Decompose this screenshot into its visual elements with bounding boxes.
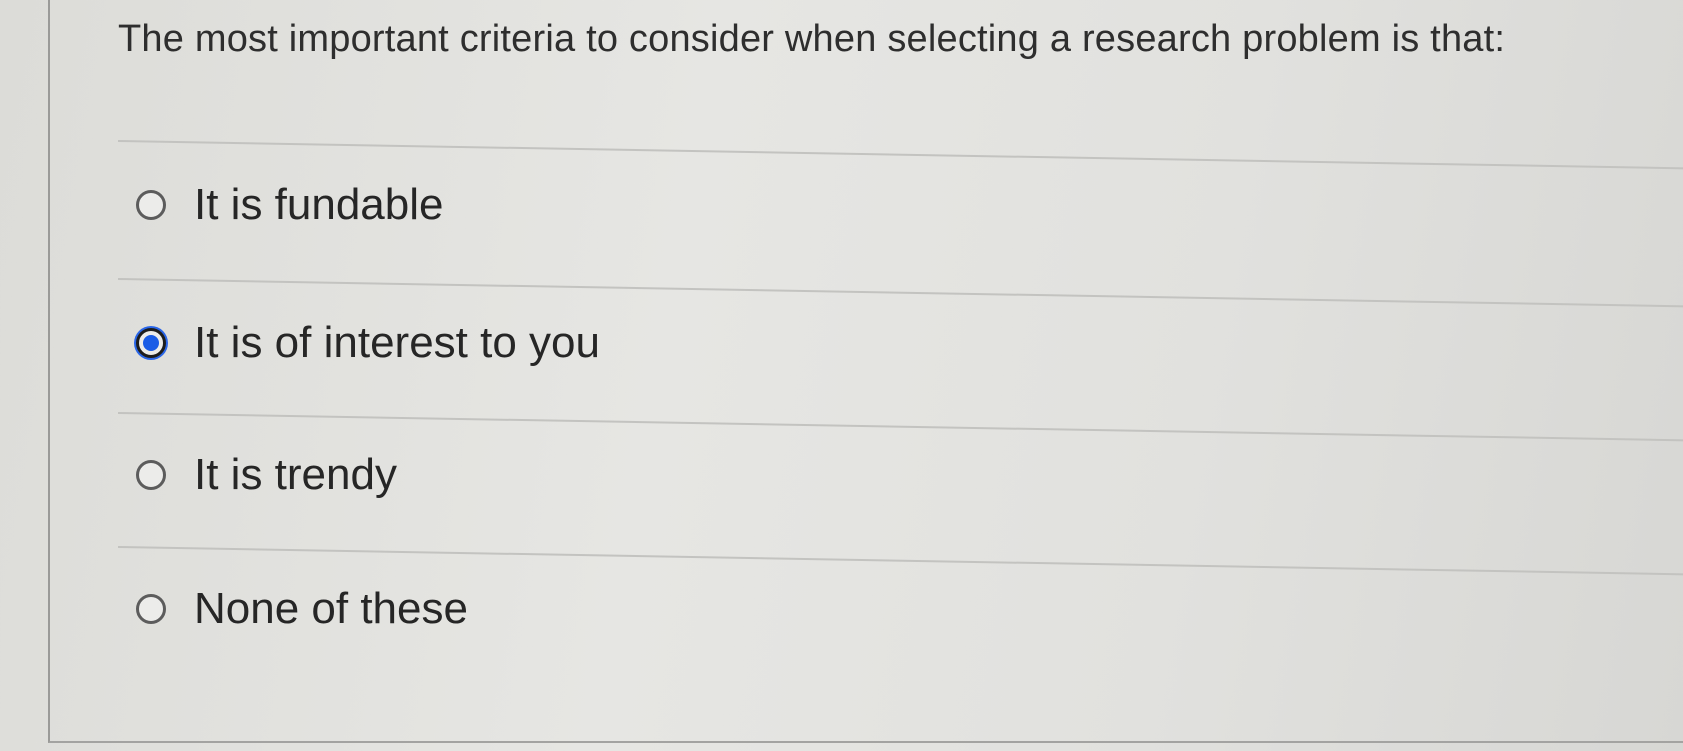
- question-text: The most important criteria to consider …: [118, 18, 1506, 60]
- option-it-is-of-interest-to-you[interactable]: It is of interest to you: [136, 321, 600, 365]
- option-it-is-trendy[interactable]: It is trendy: [136, 453, 397, 497]
- option-label: It is of interest to you: [194, 318, 600, 367]
- radio-button-unselected[interactable]: [136, 460, 166, 490]
- option-label: It is trendy: [194, 450, 397, 499]
- option-label: None of these: [194, 584, 468, 633]
- option-label: It is fundable: [194, 180, 444, 229]
- radio-button-unselected[interactable]: [136, 190, 166, 220]
- radio-button-selected[interactable]: [136, 328, 166, 358]
- option-it-is-fundable[interactable]: It is fundable: [136, 183, 444, 227]
- radio-button-unselected[interactable]: [136, 594, 166, 624]
- option-none-of-these[interactable]: None of these: [136, 587, 468, 631]
